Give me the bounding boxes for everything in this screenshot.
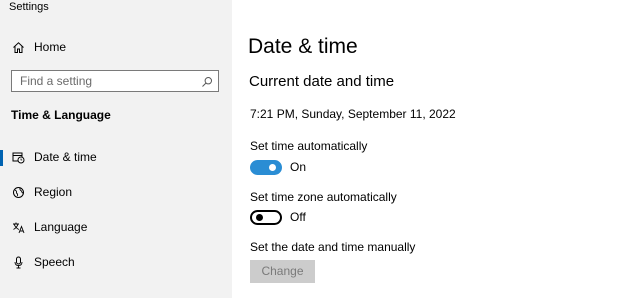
microphone-icon [11,255,25,269]
set-time-auto-label: Set time automatically [250,139,368,153]
sidebar-item-label: Date & time [34,150,97,164]
manual-datetime-label: Set the date and time manually [250,240,416,254]
settings-window: Settings Home Time & Language [0,0,630,298]
sidebar-item-region[interactable]: Region [0,178,232,206]
section-title: Current date and time [249,73,395,90]
toggle-knob [256,213,263,221]
change-button[interactable]: Change [250,260,315,283]
sidebar-item-date-time[interactable]: Date & time [0,143,232,171]
sidebar-item-label: Speech [34,255,75,269]
current-datetime: 7:21 PM, Sunday, September 11, 2022 [250,107,456,121]
sidebar-item-speech[interactable]: Speech [0,248,232,276]
search-input[interactable] [12,73,202,89]
sidebar-item-label: Region [34,185,73,199]
section-header: Time & Language [11,108,111,122]
language-icon [11,220,25,234]
toggle-state-label: Off [290,210,306,224]
sidebar: Settings Home Time & Language [0,0,232,298]
page-title: Date & time [248,35,358,58]
toggle-state-label: On [290,160,307,174]
calendar-clock-icon [11,150,25,164]
app-title: Settings [9,1,49,13]
set-time-auto-row: On [250,159,306,175]
home-icon [11,40,25,54]
sidebar-item-label: Language [34,220,88,234]
set-timezone-auto-toggle[interactable] [250,209,282,225]
set-timezone-auto-row: Off [250,209,306,225]
toggle-knob [269,163,276,171]
set-timezone-auto-label: Set time zone automatically [250,190,397,204]
sidebar-item-label: Home [34,40,67,54]
sidebar-item-language[interactable]: Language [0,213,232,241]
search-field[interactable] [11,70,219,92]
globe-icon [11,185,25,199]
set-time-auto-toggle[interactable] [250,159,282,175]
sidebar-item-home[interactable]: Home [0,33,232,61]
search-icon[interactable] [201,75,213,87]
